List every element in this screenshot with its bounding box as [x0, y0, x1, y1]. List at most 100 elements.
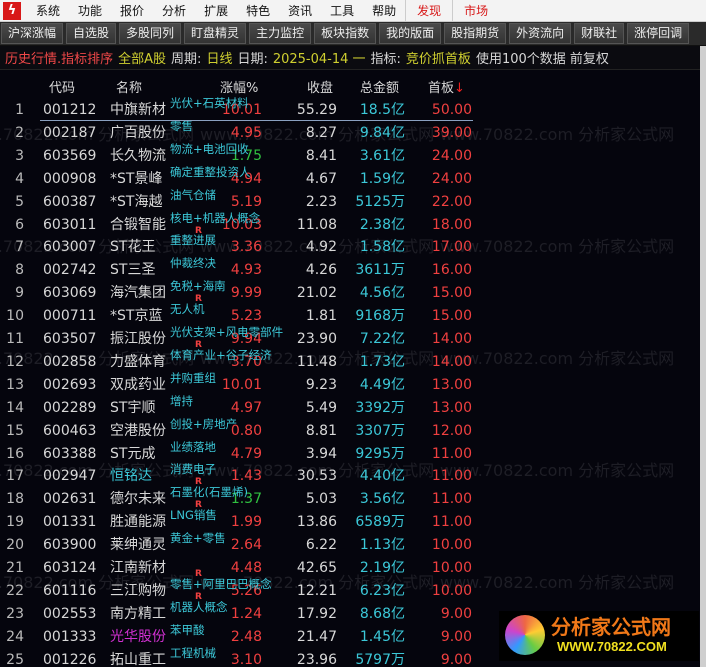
- change-pct: 5.23: [230, 308, 262, 325]
- close-price: 4.92: [305, 239, 337, 256]
- table-row[interactable]: 17 002947 恒铭达 1.43 30.53 4.40亿 11.00 R 消费电子: [0, 462, 480, 487]
- table-row[interactable]: 9 603069 海汽集团 9.99 21.02 4.56亿 15.00 R 免税+海南: [0, 279, 480, 304]
- total-amount: 3.61亿: [359, 147, 405, 164]
- close-price: 8.41: [305, 147, 337, 164]
- col-change[interactable]: 涨幅%: [220, 77, 258, 96]
- stock-name: 三江购物: [110, 582, 166, 599]
- app-logo-icon: ϟ: [3, 1, 21, 20]
- col-first-board-label: 首板: [428, 81, 455, 96]
- menu-item[interactable]: 资讯: [279, 0, 321, 22]
- scrollbar[interactable]: [700, 46, 706, 667]
- close-price: 23.90: [296, 331, 337, 347]
- first-board-value: 9.00: [440, 628, 472, 645]
- toolbar-button[interactable]: 多股同列: [119, 23, 182, 44]
- menu-item[interactable]: 工具: [321, 0, 363, 22]
- toolbar-button[interactable]: 沪深涨幅: [1, 23, 64, 44]
- table-row[interactable]: 2 002187 广百股份 4.95 8.27 9.84亿 39.00 零售: [0, 119, 480, 143]
- stock-code: 002693: [43, 376, 97, 393]
- date-value[interactable]: 2025-04-14 一: [273, 48, 366, 67]
- table-row[interactable]: 14 002289 ST宇顺 4.97 5.49 3392万 13.00 增持: [0, 394, 480, 418]
- menu-item[interactable]: 报价: [111, 0, 153, 22]
- close-price: 3.94: [305, 445, 337, 462]
- menu-item[interactable]: 扩展: [195, 0, 237, 22]
- table-row[interactable]: 24 001333 光华股份 2.48 21.47 1.45亿 9.00 苯甲酸: [0, 623, 480, 647]
- stock-name: *ST海越: [110, 193, 163, 210]
- total-amount: 8.68亿: [359, 605, 405, 622]
- col-close[interactable]: 收盘: [307, 77, 333, 96]
- toolbar-button[interactable]: 股指期货: [444, 23, 507, 44]
- table-row[interactable]: 16 603388 ST元成 4.79 3.94 9295万 11.00 业绩落地: [0, 440, 480, 464]
- table-row[interactable]: 6 603011 合锻智能 10.03 11.08 2.38亿 18.00 R 核电+机器人概念: [0, 211, 480, 236]
- close-price: 21.47: [296, 628, 337, 645]
- table-row[interactable]: 13 002693 双成药业 10.01 9.23 4.49亿 13.00 并购重组: [0, 371, 480, 395]
- total-amount: 1.58亿: [359, 239, 405, 256]
- stock-name: 南方精工: [110, 605, 166, 622]
- stock-name: 空港股份: [110, 422, 166, 439]
- total-amount: 3307万: [355, 422, 405, 439]
- menu-item[interactable]: 分析: [153, 0, 195, 22]
- table-row[interactable]: 7 603007 ST花王 3.36 4.92 1.58亿 17.00 重整进展: [0, 233, 480, 257]
- menu-item[interactable]: 特色: [237, 0, 279, 22]
- concept-tag: 免税+海南: [170, 279, 226, 294]
- first-board-value: 9.00: [440, 605, 472, 622]
- table-row[interactable]: 1 001212 中旗新材 10.01 55.29 18.5亿 50.00 光伏+石英材料: [0, 97, 480, 120]
- table-row[interactable]: 4 000908 *ST景峰 4.94 4.67 1.59亿 24.00 确定重整投资人: [0, 165, 480, 189]
- table-row[interactable]: 18 002631 德尔未来 1.37 5.03 3.56亿 11.00 R 石墨化(石墨烯): [0, 485, 480, 510]
- row-index: 14: [6, 399, 24, 416]
- table-row[interactable]: 20 603900 莱绅通灵 2.64 6.22 1.13亿 10.00 黄金+零售: [0, 531, 480, 555]
- table-row[interactable]: 21 603124 江南新材 4.48 42.65 2.19亿 10.00 R: [0, 557, 480, 579]
- col-first-board[interactable]: 首板↓: [428, 77, 465, 96]
- market-selector[interactable]: 全部A股: [118, 48, 166, 67]
- first-board-value: 10.00: [431, 537, 472, 554]
- stock-name: 莱绅通灵: [110, 537, 166, 554]
- toolbar: 沪深涨幅 自选股 多股同列 盯盘精灵 主力监控 板块指数 我的版面 股指期货 外资流向 财联社 涨停…: [0, 22, 706, 46]
- menu-item[interactable]: 市场: [452, 0, 499, 22]
- table-row[interactable]: 3 603569 长久物流 1.75 8.41 3.61亿 24.00 物流+电池回收: [0, 142, 480, 166]
- row-index: 24: [6, 628, 24, 645]
- col-amount[interactable]: 总金额: [360, 77, 399, 96]
- change-pct: 4.79: [230, 445, 262, 462]
- first-board-value: 16.00: [431, 262, 472, 279]
- menu-item[interactable]: 功能: [69, 0, 111, 22]
- concept-tag: 仲裁终决: [170, 256, 216, 271]
- concept-tag: 苯甲酸: [170, 622, 205, 637]
- toolbar-button[interactable]: 我的版面: [379, 23, 442, 44]
- col-name[interactable]: 名称: [116, 77, 142, 96]
- concept-tag: 光伏+石英材料: [170, 97, 249, 110]
- close-price: 5.03: [305, 491, 337, 508]
- table-row[interactable]: 5 600387 *ST海越 5.19 2.23 5125万 22.00 油气仓储: [0, 188, 480, 212]
- toolbar-button[interactable]: 盯盘精灵: [184, 23, 247, 44]
- col-code[interactable]: 代码: [49, 77, 75, 96]
- toolbar-button[interactable]: 自选股: [66, 23, 117, 44]
- toolbar-button[interactable]: 板块指数: [314, 23, 377, 44]
- toolbar-button[interactable]: 主力监控: [249, 23, 312, 44]
- table-row[interactable]: 8 002742 ST三圣 4.93 4.26 3611万 16.00 仲裁终决: [0, 256, 480, 280]
- table-row[interactable]: 15 600463 空港股份 0.80 8.81 3307万 12.00 创投+房地产: [0, 417, 480, 441]
- stock-name: 广百股份: [110, 124, 166, 141]
- indicator-value[interactable]: 竞价抓首板: [406, 48, 471, 67]
- toolbar-button[interactable]: 财联社: [574, 23, 625, 44]
- table-row[interactable]: 19 001331 胜通能源 1.99 13.86 6589万 11.00 LNG销售: [0, 508, 480, 532]
- concept-tag: 光伏支架+风电零部件: [170, 325, 284, 339]
- period-value[interactable]: 日线: [206, 48, 232, 67]
- row-index: 4: [15, 170, 24, 187]
- toolbar-button[interactable]: 涨停回调: [627, 23, 690, 44]
- total-amount: 2.38亿: [359, 216, 405, 233]
- menu-item[interactable]: 发现: [405, 0, 452, 22]
- table-row[interactable]: 10 000711 *ST京蓝 5.23 1.81 9168万 15.00 无人机: [0, 302, 480, 326]
- toolbar-button[interactable]: 外资流向: [509, 23, 572, 44]
- table-row[interactable]: 12 002858 力盛体育 3.70 11.48 1.73亿 14.00 体育产业+谷子经济: [0, 348, 480, 372]
- table-row[interactable]: 23 002553 南方精工 1.24 17.92 8.68亿 9.00 机器人概念: [0, 600, 480, 624]
- concept-tag: 无人机: [170, 302, 205, 317]
- first-board-value: 15.00: [431, 285, 472, 302]
- menu-item[interactable]: 系统: [27, 0, 69, 22]
- close-price: 9.23: [305, 376, 337, 393]
- menu-item[interactable]: 帮助: [363, 0, 405, 22]
- first-board-value: 39.00: [431, 124, 472, 141]
- table-row[interactable]: 22 601116 三江购物 5.26 12.21 6.23亿 10.00 R 零售+阿里巴巴概…: [0, 577, 480, 602]
- table-row[interactable]: 25 001226 拓山重工 3.10 23.96 5797万 9.00 工程机械: [0, 646, 480, 667]
- table-row[interactable]: 11 603507 振江股份 9.94 23.90 7.22亿 14.00 R 光伏支架+风电零…: [0, 325, 480, 350]
- change-pct: 1.99: [230, 514, 262, 531]
- close-price: 1.81: [305, 308, 337, 325]
- concept-tag: 石墨化(石墨烯): [170, 485, 248, 500]
